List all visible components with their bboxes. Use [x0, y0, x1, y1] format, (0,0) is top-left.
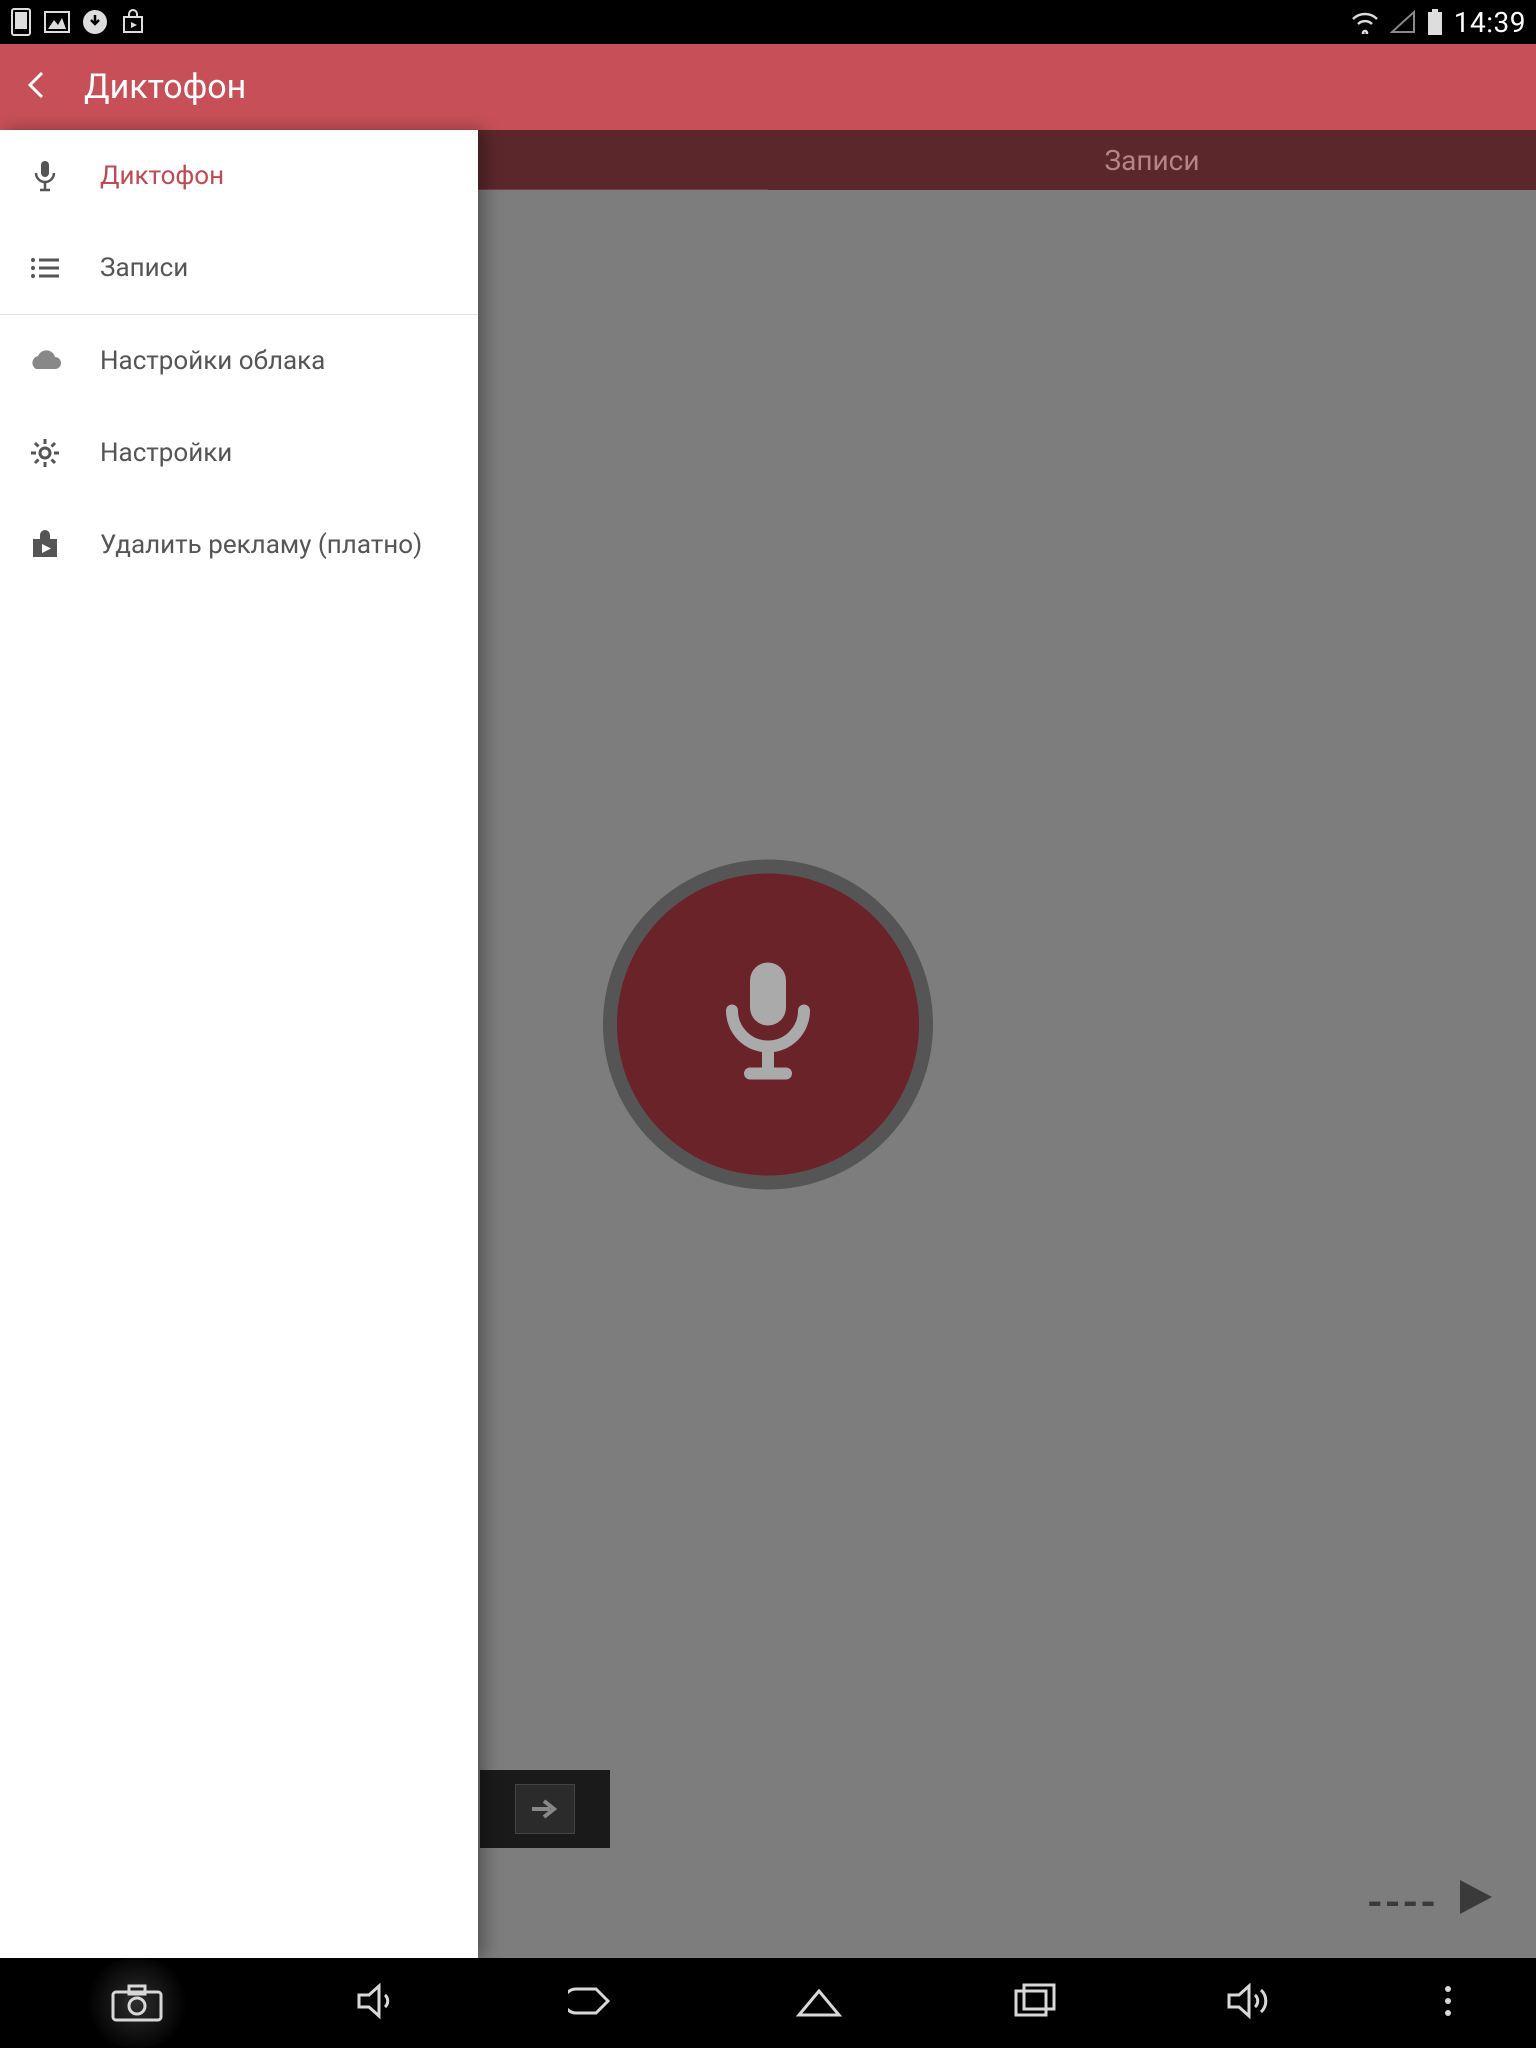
navigation-drawer: Диктофон Записи Настройки облака [0, 130, 478, 1958]
list-icon [24, 256, 66, 280]
play-ticker: ---- [1367, 1876, 1496, 1928]
status-bar: 14:39 [0, 0, 1536, 44]
arrow-right-icon [515, 1784, 575, 1834]
drawer-item-cloud-settings[interactable]: Настройки облака [0, 315, 478, 407]
tablet-icon [10, 8, 32, 36]
nav-volume-up-button[interactable] [1225, 1981, 1279, 2025]
drawer-item-label: Настройки облака [100, 346, 325, 376]
status-clock: 14:39 [1454, 6, 1526, 39]
nav-recent-button[interactable] [1010, 1981, 1062, 2025]
record-button[interactable] [603, 860, 933, 1190]
microphone-icon [24, 159, 66, 193]
app-header: Диктофон [0, 44, 1536, 130]
system-nav-bar [0, 1958, 1536, 2048]
nav-menu-button[interactable] [1442, 1981, 1454, 2025]
nav-screenshot-button[interactable] [82, 1958, 192, 2048]
image-icon [44, 11, 70, 33]
shop-icon [120, 9, 146, 35]
drawer-item-recorder[interactable]: Диктофон [0, 130, 478, 222]
drawer-item-remove-ads[interactable]: Удалить рекламу (платно) [0, 499, 478, 591]
cloud-icon [24, 349, 66, 373]
nav-volume-down-button[interactable] [355, 1981, 405, 2025]
microphone-icon [693, 948, 843, 1102]
ticker-dashes: ---- [1367, 1879, 1438, 1926]
ad-next-bar[interactable] [480, 1770, 610, 1848]
drawer-item-label: Записи [100, 253, 188, 283]
drawer-item-label: Удалить рекламу (платно) [100, 530, 422, 560]
shop-play-icon [24, 530, 66, 560]
tab-recordings[interactable]: Записи [768, 130, 1536, 191]
drawer-item-settings[interactable]: Настройки [0, 407, 478, 499]
signal-icon [1390, 10, 1416, 34]
drawer-item-label: Настройки [100, 438, 232, 468]
nav-back-button[interactable] [568, 1981, 628, 2025]
gear-icon [24, 437, 66, 469]
app-title: Диктофон [84, 67, 246, 107]
drawer-item-recordings[interactable]: Записи [0, 222, 478, 314]
download-icon [82, 9, 108, 35]
drawer-item-label: Диктофон [100, 161, 224, 191]
back-button[interactable] [20, 67, 56, 107]
wifi-icon [1350, 10, 1380, 34]
nav-home-button[interactable] [791, 1981, 847, 2025]
battery-icon [1426, 8, 1444, 36]
play-icon[interactable] [1454, 1876, 1496, 1928]
